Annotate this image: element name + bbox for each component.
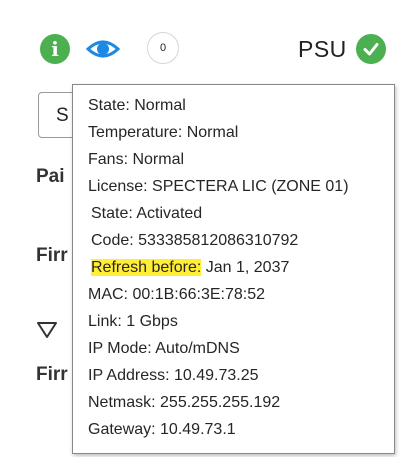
eye-icon[interactable] — [85, 34, 121, 64]
tooltip-refresh: Refresh before: Jan 1, 2037 — [88, 254, 394, 281]
chevron-down-icon[interactable] — [36, 321, 58, 339]
psu-label: PSU — [298, 36, 347, 62]
alert-count: 0 — [159, 42, 167, 54]
device-status-tooltip: State: Normal Temperature: Normal Fans: … — [72, 84, 395, 454]
alert-count-badge[interactable]: 0 — [147, 32, 179, 64]
search-box-text: S — [56, 105, 69, 126]
checkmark-icon — [356, 34, 386, 64]
refresh-label: Refresh before: — [91, 259, 202, 276]
tooltip-link: Link: 1 Gbps — [88, 313, 178, 330]
tooltip-license: License: SPECTERA LIC (ZONE 01) — [88, 178, 349, 195]
tooltip-license-code: Code: 533385812086310792 — [91, 232, 299, 249]
tooltip-gateway: Gateway: 10.49.73.1 — [88, 421, 236, 438]
tooltip-mac: MAC: 00:1B:66:3E:78:52 — [88, 286, 265, 303]
tooltip-ip-address: IP Address: 10.49.73.25 — [88, 367, 259, 384]
tooltip-ip-mode: IP Mode: Auto/mDNS — [88, 340, 240, 357]
info-icon[interactable]: i — [40, 34, 70, 64]
row-label-firmware-2: Firr — [36, 364, 68, 385]
refresh-date: Jan 1, 2037 — [205, 259, 290, 276]
row-label-firmware: Firr — [36, 245, 68, 266]
tooltip-netmask: Netmask: 255.255.255.192 — [88, 394, 281, 411]
tooltip-temperature: Temperature: Normal — [88, 124, 239, 141]
tooltip-state: State: Normal — [88, 97, 186, 114]
tooltip-license-state: State: Activated — [91, 205, 203, 222]
tooltip-fans: Fans: Normal — [88, 151, 185, 168]
row-label-pairing: Pai — [36, 166, 65, 187]
